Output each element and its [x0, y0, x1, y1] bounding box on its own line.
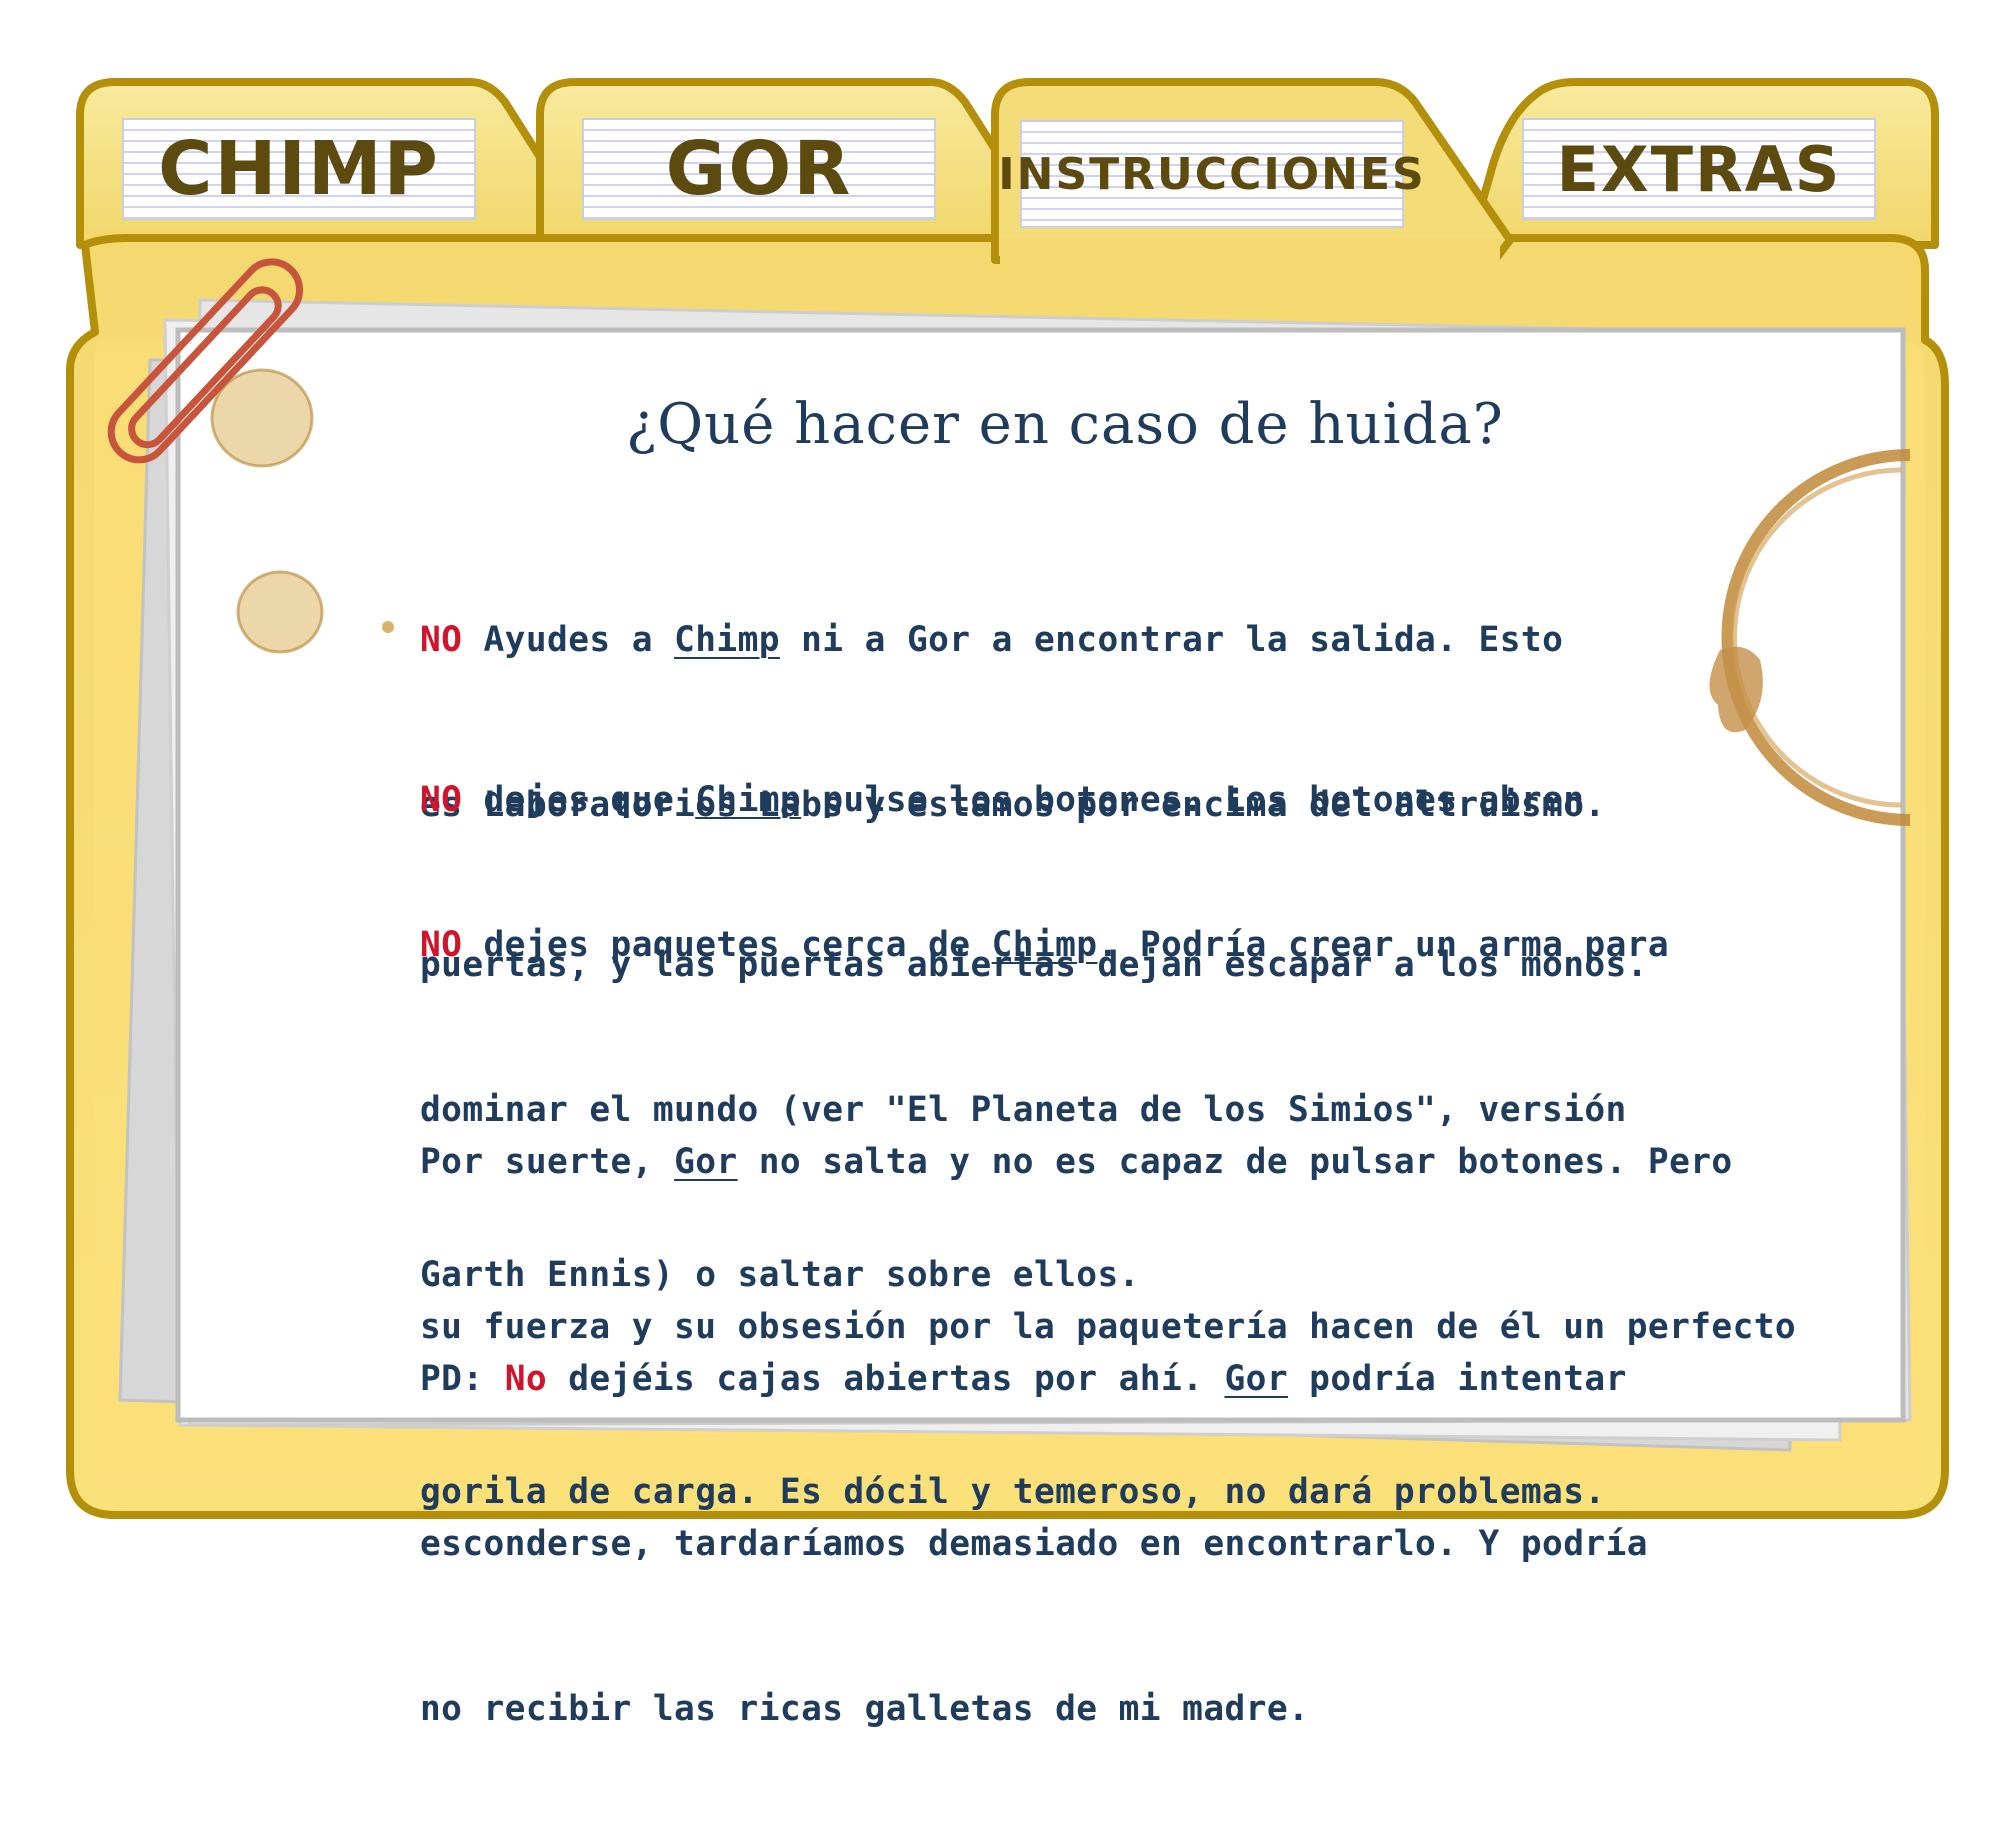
paragraph-line: esconderse, tardaríamos demasiado en enc… [420, 1524, 1648, 1564]
page-title: ¿Qué hacer en caso de huida? [626, 392, 1504, 457]
tab-extras-label: EXTRAS [1556, 132, 1842, 206]
text-segment: podría intentar [1288, 1359, 1627, 1399]
paragraph-line: NO dejes paquetes cerca de Chimp. Podría… [420, 918, 1669, 973]
text-segment: PD: [420, 1359, 505, 1399]
paragraph-line: Por suerte, Gor no salta y no es capaz d… [420, 1135, 1796, 1190]
tab-chimp[interactable]: CHIMP [122, 118, 476, 220]
tab-chimp-label: CHIMP [158, 126, 440, 212]
character-name: Chimp [991, 925, 1098, 965]
negation-word: NO [420, 925, 463, 965]
text-segment: dejéis cajas abiertas por ahí. [547, 1359, 1225, 1399]
tab-extras[interactable]: EXTRAS [1522, 118, 1876, 220]
text-segment: ni a Gor a encontrar la salida. Esto [779, 620, 1564, 660]
text-segment: . Podría crear un arma para [1097, 925, 1670, 965]
negation-word: NO [420, 620, 463, 660]
text-segment: Ayudes a [462, 620, 675, 660]
tab-gor[interactable]: GOR [582, 118, 936, 220]
text-segment: dejes paquetes cerca de [462, 925, 992, 965]
character-name: Gor [674, 1142, 738, 1182]
paragraph-line: no recibir las ricas galletas de mi madr… [420, 1689, 1310, 1729]
character-name: Chimp [674, 620, 780, 660]
tab-instrucciones[interactable]: INSTRUCCIONES [998, 120, 1424, 228]
paragraph-line: PD: No dejéis cajas abiertas por ahí. Go… [420, 1352, 1648, 1407]
character-name: Gor [1224, 1359, 1289, 1399]
text-segment: Por suerte, [420, 1142, 675, 1182]
negation-word: No [504, 1359, 548, 1399]
tab-gor-label: GOR [665, 126, 853, 212]
tab-instrucciones-label: INSTRUCCIONES [998, 148, 1426, 200]
paragraph-line: NO Ayudes a Chimp ni a Gor a encontrar l… [420, 613, 1606, 668]
instruction-paragraph-5: PD: No dejéis cajas abiertas por ahí. Go… [420, 1242, 1648, 1847]
instructions-screen: CHIMP GOR INSTRUCCIONES EXTRAS ¿Qué hace… [0, 0, 2000, 1729]
text-segment: no salta y no es capaz de pulsar botones… [737, 1142, 1733, 1182]
